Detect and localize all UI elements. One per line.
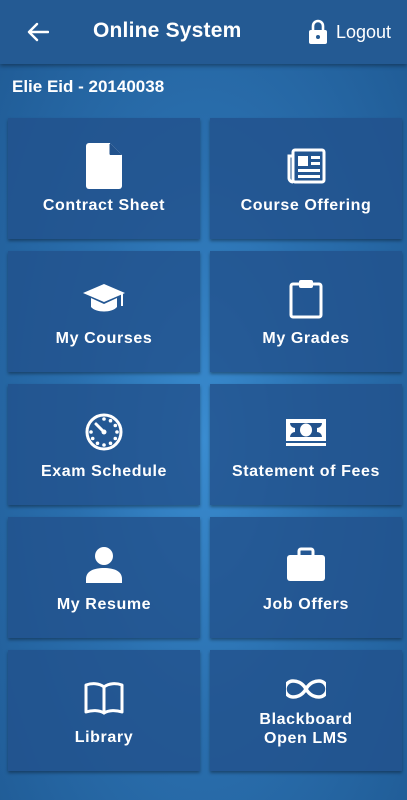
tile-job-offers[interactable]: Job Offers	[210, 517, 402, 638]
book-icon	[84, 682, 124, 715]
tile-label: Blackboard Open LMS	[259, 710, 353, 747]
briefcase-icon	[287, 547, 325, 581]
lock-icon	[308, 19, 327, 44]
newspaper-icon	[287, 148, 326, 184]
person-icon	[86, 547, 122, 583]
file-icon	[86, 143, 122, 189]
tile-label: Job Offers	[262, 596, 349, 613]
tile-label: Statement of Fees	[231, 463, 380, 480]
tile-label: My Courses	[55, 330, 153, 347]
tile-label: Exam Schedule	[40, 463, 168, 480]
tile-contract-sheet[interactable]: Contract Sheet	[8, 118, 200, 239]
tile-exam-schedule[interactable]: Exam Schedule	[8, 384, 200, 505]
tile-my-courses[interactable]: My Courses	[8, 251, 200, 372]
page-title: Online System	[93, 19, 242, 42]
tile-label: Library	[74, 729, 134, 746]
graduation-cap-icon	[83, 284, 125, 312]
tile-my-grades[interactable]: My Grades	[210, 251, 402, 372]
infinity-icon	[286, 678, 326, 699]
tile-label: My Resume	[56, 596, 152, 613]
tile-label: Contract Sheet	[42, 197, 166, 214]
logout-button[interactable]: Logout	[308, 18, 391, 46]
tile-course-offering[interactable]: Course Offering	[210, 118, 402, 239]
tile-label: My Grades	[262, 330, 350, 347]
clipboard-icon	[289, 280, 323, 319]
logout-label: Logout	[335, 21, 391, 42]
back-button[interactable]	[24, 18, 52, 46]
user-identity: Elie Eid - 20140038	[12, 77, 165, 96]
tile-label: Course Offering	[240, 197, 372, 214]
tile-statement-of-fees[interactable]: Statement of Fees	[210, 384, 402, 505]
menu-grid: Contract Sheet Course Offering My Course	[8, 118, 402, 771]
clock-icon	[85, 413, 123, 451]
tile-my-resume[interactable]: My Resume	[8, 517, 200, 638]
money-icon	[286, 419, 326, 446]
tile-library[interactable]: Library	[8, 650, 200, 771]
app-bar: Online System Logout	[0, 0, 407, 64]
tile-blackboard-open-lms[interactable]: Blackboard Open LMS	[210, 650, 402, 771]
arrow-left-icon	[27, 22, 49, 42]
